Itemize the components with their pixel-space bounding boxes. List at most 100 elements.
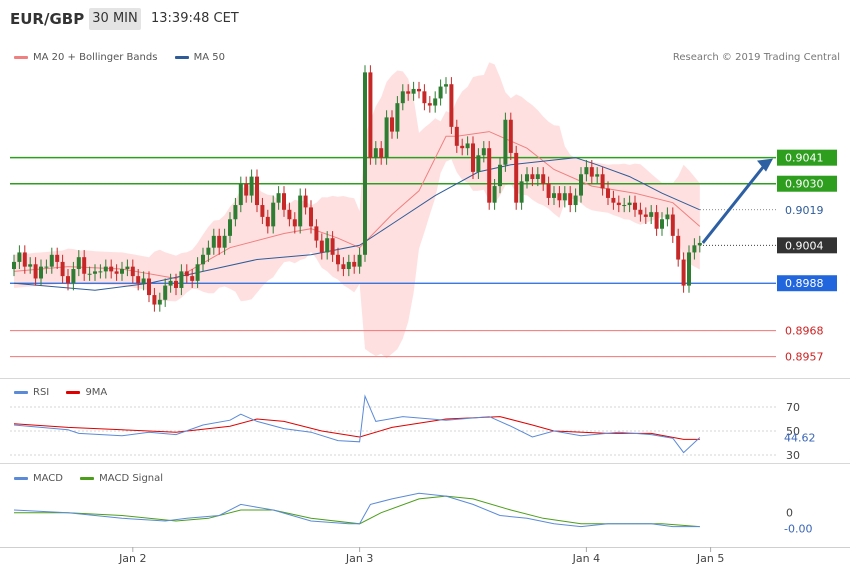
candle [201,254,205,265]
candle [541,174,546,184]
candle [271,202,276,227]
candle [98,271,103,273]
candle [519,181,524,203]
candle [190,276,195,281]
candle [514,152,519,203]
candle [87,273,92,275]
candle [163,285,168,300]
candle [287,209,292,220]
candle [336,254,340,265]
candle [552,193,556,198]
price-label-0.9004: 0.9004 [785,239,824,252]
candle [481,148,486,156]
candle [487,148,492,203]
candle [228,219,232,236]
candle [17,252,22,262]
candle [665,214,670,220]
candle [184,271,189,277]
price-label-0.8988: 0.8988 [785,277,824,290]
candle [460,145,465,149]
candle [211,235,216,248]
candle [508,119,513,153]
candle [249,176,254,196]
candle [12,261,16,270]
macd-current-value: -0.00 [784,523,812,536]
candle [255,176,259,206]
candle [157,299,162,305]
candle [168,280,173,286]
candle [49,254,54,267]
candle [352,261,357,267]
candle [530,174,535,179]
candle [584,167,589,175]
candle [147,278,151,296]
candle [357,254,362,267]
forecast-arrow [701,163,767,244]
candle [22,252,27,267]
candle [265,216,270,227]
candle [174,280,178,288]
time-label-3: Jan 5 [696,552,724,565]
candle [71,269,76,284]
candle [39,266,43,279]
time-axis: Jan 2 Jan 3 Jan 4 Jan 5 [118,547,724,565]
candle [325,238,330,253]
rsi-tick-30: 30 [786,449,800,462]
macd-signal-line [14,495,700,528]
candle [649,212,654,217]
candle [130,266,135,277]
candle [93,271,97,274]
candle [44,266,49,268]
macd-panel: 0 -0.00 [13,492,812,536]
candle [687,252,691,286]
candle [643,214,648,217]
price-label-0.8968: 0.8968 [785,325,824,338]
candle [417,88,421,92]
candle [292,219,297,227]
candle [60,261,65,277]
candle [82,257,87,274]
candle [303,195,308,208]
candle [600,174,605,189]
candle [611,197,616,203]
candle [422,91,427,104]
time-label-2: Jan 4 [572,552,600,565]
candle [141,278,146,284]
rsi-line [13,394,701,454]
chart-canvas[interactable]: 0.9041 0.9030 0.9019 0.9004 0.8988 0.8968 0.89… [0,0,850,576]
candle [298,195,303,227]
candle [535,174,540,179]
candle [195,264,200,281]
candle [368,72,373,158]
candle [503,119,508,165]
candle [76,257,81,270]
candle [579,174,583,196]
candle [546,183,551,198]
time-label-0: Jan 2 [118,552,146,565]
candle [492,186,497,203]
time-label-1: Jan 3 [345,552,373,565]
candle [390,117,394,132]
candle [363,72,367,255]
candle [633,202,637,210]
candle [465,143,470,149]
candle [341,264,346,270]
candle [379,148,384,158]
candle [498,164,502,187]
candle [562,193,567,201]
candle [454,126,459,146]
candle [282,193,286,210]
candle [697,242,702,246]
candle [217,235,222,248]
candle [438,86,443,99]
candle [411,88,416,94]
candle [309,207,313,227]
candle [525,174,529,182]
macd-line [13,492,700,528]
candle [670,214,675,236]
candle [152,295,157,305]
candle [136,276,141,284]
price-label-0.9019: 0.9019 [785,204,824,217]
candle [179,271,184,288]
candle [238,183,243,206]
